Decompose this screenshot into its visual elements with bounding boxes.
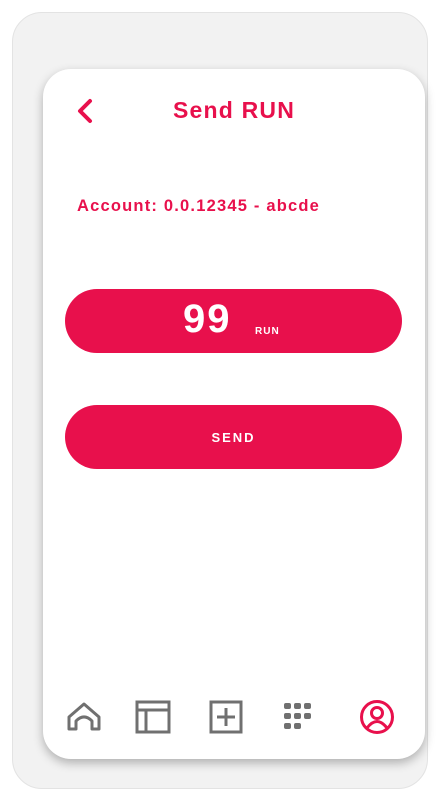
send-button-label: SEND <box>211 429 256 445</box>
profile-icon <box>360 700 394 734</box>
nav-item-profile[interactable] <box>357 697 397 737</box>
account-label: Account: 0.0.12345 - abcde <box>77 197 321 215</box>
amount-value: 99 <box>183 297 232 341</box>
app-screen: Send RUN Account: 0.0.12345 - abcde 99 R… <box>43 69 425 759</box>
nav-item-add[interactable] <box>206 697 246 737</box>
home-icon <box>67 702 101 731</box>
device-frame: Send RUN Account: 0.0.12345 - abcde 99 R… <box>12 12 428 789</box>
apps-grid-icon <box>284 703 311 729</box>
browser-window-icon <box>135 700 171 734</box>
amount-unit: RUN <box>255 326 280 337</box>
send-button[interactable]: SEND <box>65 405 402 469</box>
plus-square-icon <box>209 700 243 734</box>
nav-item-browser[interactable] <box>133 697 173 737</box>
nav-item-home[interactable] <box>64 697 104 737</box>
nav-item-apps[interactable] <box>280 697 320 737</box>
amount-display[interactable]: 99 RUN <box>65 289 402 353</box>
page-title: Send RUN <box>172 97 296 123</box>
bottom-nav <box>43 697 425 737</box>
